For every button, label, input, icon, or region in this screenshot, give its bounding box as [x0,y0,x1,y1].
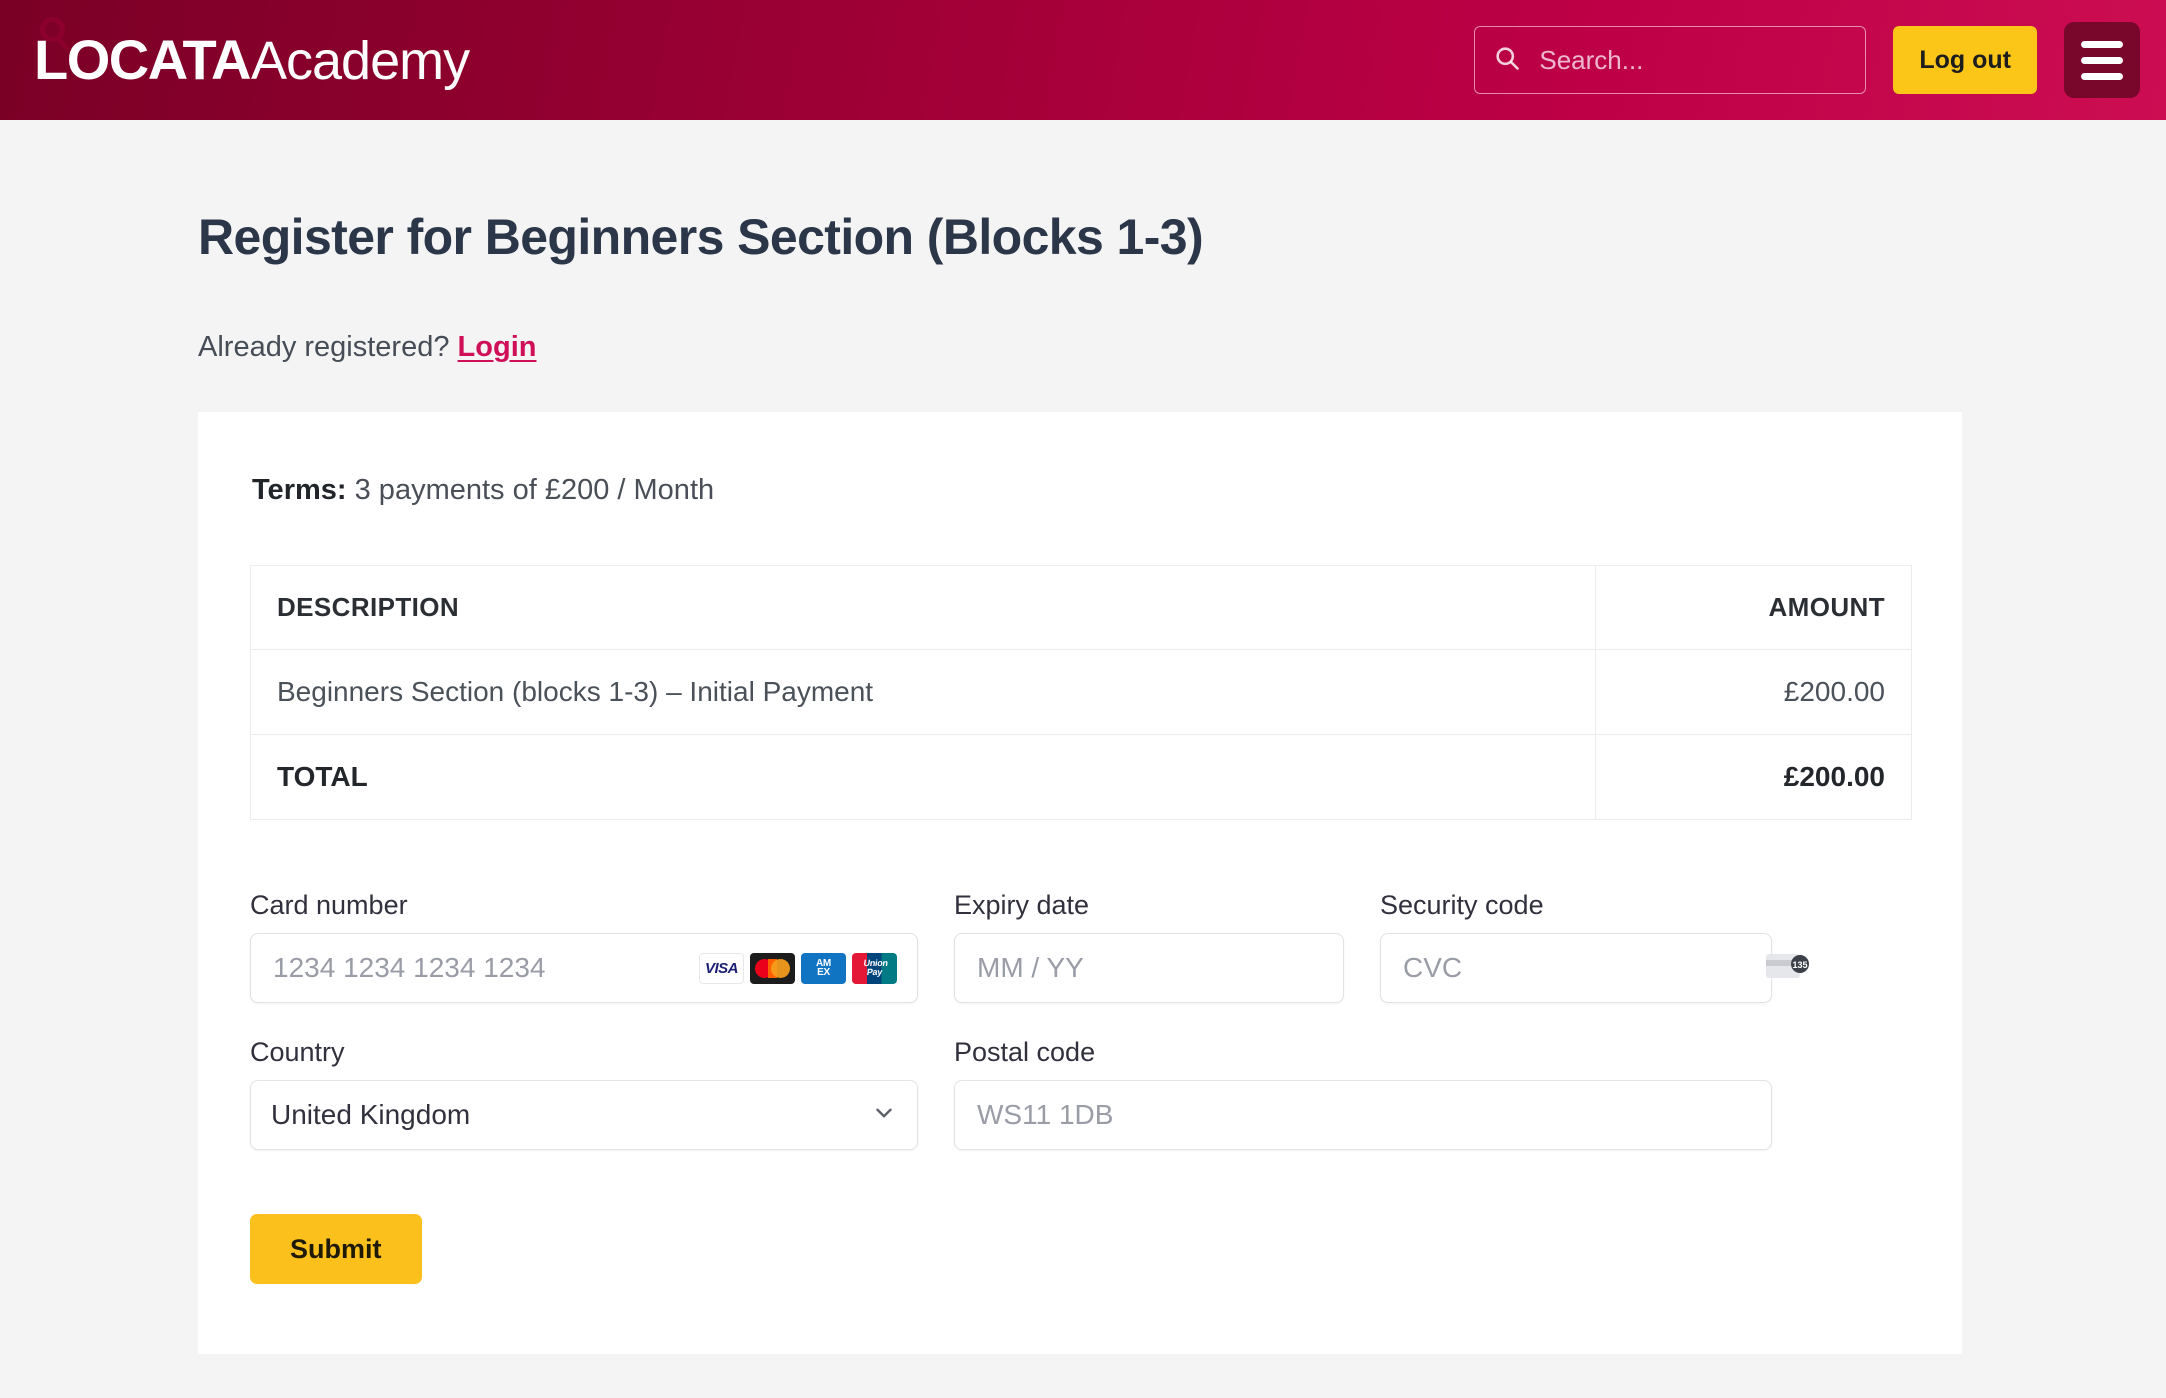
order-summary-table: DESCRIPTION AMOUNT Beginners Section (bl… [250,565,1912,820]
registration-panel: Terms: 3 payments of £200 / Month DESCRI… [198,412,1962,1354]
mastercard-icon [750,952,795,984]
total-label: TOTAL [250,734,1596,820]
expiry-date-input[interactable] [975,951,1340,985]
page-body: Register for Beginners Section (Blocks 1… [0,120,2166,1354]
header-actions: Log out [1474,22,2140,98]
country-selected-value: United Kingdom [271,1099,471,1130]
field-security-code: Security code 135 [1380,890,1809,1003]
row-amount: £200.00 [1595,649,1912,735]
logout-button[interactable]: Log out [1893,26,2037,94]
page-title: Register for Beginners Section (Blocks 1… [198,209,1204,265]
card-brand-icons: VISA AM EX Union Pay [699,952,897,984]
terms-label: Terms: [252,474,347,506]
submit-button[interactable]: Submit [250,1214,422,1284]
menu-bar-2 [2081,56,2123,64]
table-header-row: DESCRIPTION AMOUNT [250,565,1912,650]
card-number-label: Card number [250,890,408,920]
menu-bar-1 [2081,40,2123,48]
postal-code-label: Postal code [954,1037,1096,1067]
country-select[interactable]: United Kingdom [250,1080,918,1150]
unionpay-icon: Union Pay [852,952,897,984]
total-amount: £200.00 [1595,734,1912,820]
brand-logo[interactable]: LOCATA Academy [34,17,470,91]
brand-academy-text: Academy [250,31,470,91]
cvc-digits: 135 [1792,960,1807,970]
expiry-input-shell[interactable] [954,933,1344,1003]
column-header-description: DESCRIPTION [250,565,1596,650]
field-country: Country United Kingdom [250,1037,918,1150]
postal-code-input[interactable] [975,1098,1751,1132]
postal-code-input-shell[interactable] [954,1080,1772,1150]
table-total-row: TOTAL £200.00 [250,734,1912,820]
hamburger-menu-icon[interactable] [2064,22,2140,98]
terms-line: Terms: 3 payments of £200 / Month [252,474,1910,507]
security-code-label: Security code [1380,890,1544,920]
field-card-number: Card number VISA AMEX UnionPay [250,890,918,1003]
search-input[interactable] [1537,43,1877,77]
already-registered-line: Already registered? Login [0,295,2166,364]
table-row: Beginners Section (blocks 1-3) – Initial… [250,649,1912,735]
card-number-input[interactable] [271,951,699,985]
site-header: LOCATA Academy Log out [0,0,2166,120]
cvc-card-icon: 135 [1766,951,1810,986]
field-postal-code: Postal code [954,1037,1772,1150]
security-code-input-shell[interactable]: 135 [1380,933,1809,1003]
card-number-input-shell[interactable]: VISA AMEX UnionPay [250,933,918,1003]
terms-value: 3 payments of £200 / Month [354,474,715,506]
security-code-input[interactable] [1401,951,1766,985]
table-body: Beginners Section (blocks 1-3) – Initial… [250,649,1912,820]
expiry-date-label: Expiry date [954,890,1090,920]
search-box[interactable] [1474,26,1877,94]
form-row-address: Country United Kingdom Postal code [250,1037,1910,1150]
search-icon [1493,44,1521,77]
amex-icon: AM EX [801,952,846,984]
column-header-amount: AMOUNT [1595,565,1912,650]
login-link[interactable]: Login [458,331,537,363]
field-expiry-date: Expiry date [954,890,1344,1003]
form-row-card: Card number VISA AMEX UnionPay [250,890,1910,1003]
brand-locata-text: LOCATA [34,28,251,91]
chevron-down-icon [871,1100,897,1131]
menu-bar-3 [2081,72,2123,80]
already-registered-text: Already registered? [198,331,450,363]
row-description: Beginners Section (blocks 1-3) – Initial… [250,649,1596,735]
country-label: Country [250,1037,345,1067]
visa-icon: VISA [699,952,744,984]
table-head: DESCRIPTION AMOUNT [250,565,1912,650]
